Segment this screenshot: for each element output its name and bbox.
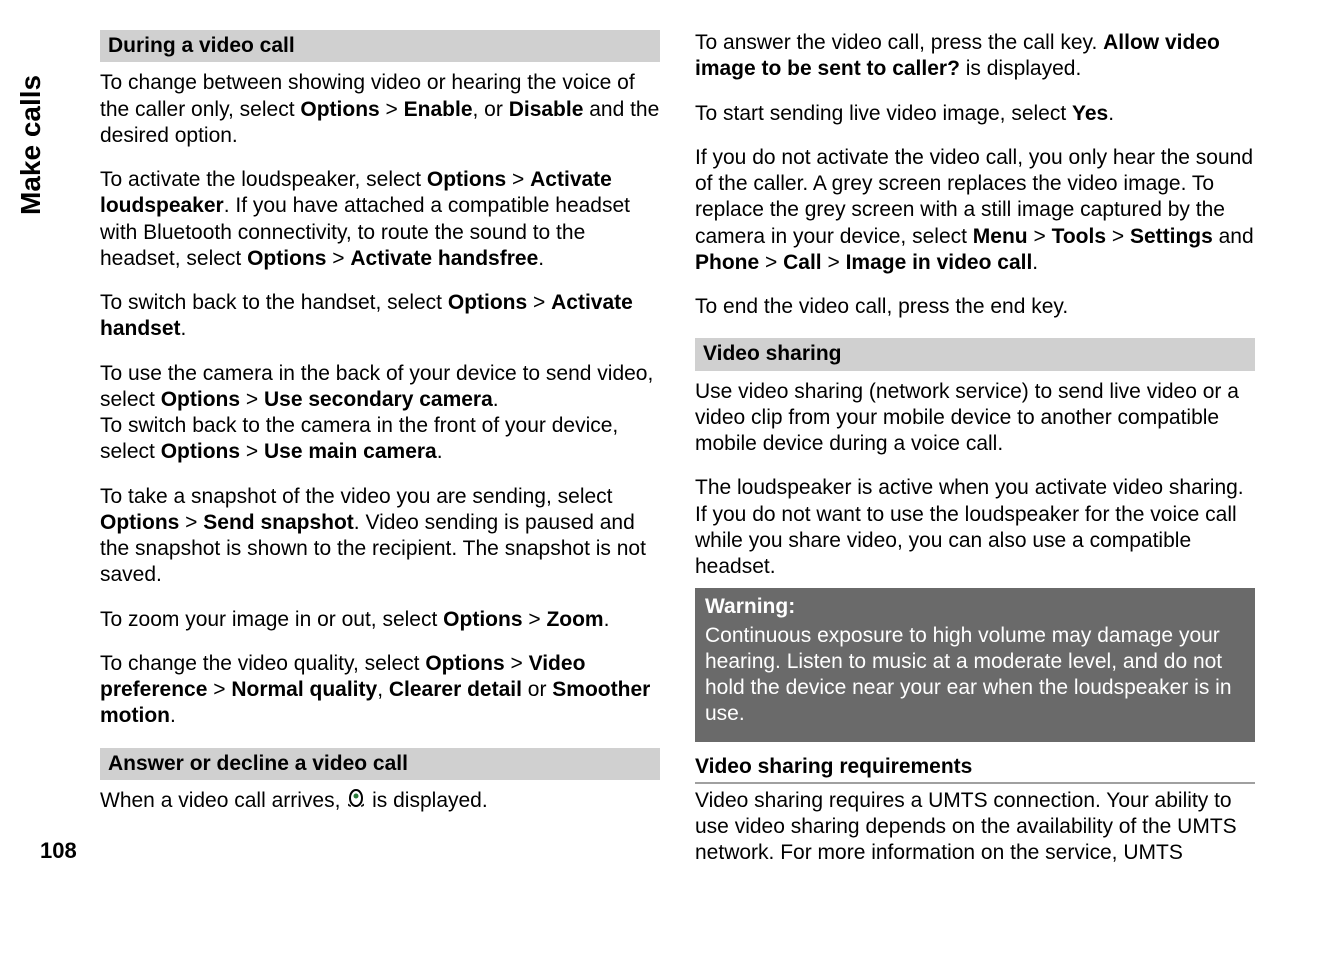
- paragraph: To use the camera in the back of your de…: [100, 361, 660, 414]
- text: >: [240, 440, 264, 463]
- menu-path: Options: [161, 388, 240, 411]
- menu-path: Options: [300, 98, 379, 121]
- text: >: [326, 247, 350, 270]
- menu-path: Options: [247, 247, 326, 270]
- paragraph: To take a snapshot of the video you are …: [100, 484, 660, 589]
- text: .: [170, 704, 176, 727]
- warning-title: Warning:: [705, 594, 1245, 620]
- menu-path: Settings: [1130, 225, 1213, 248]
- text: .: [538, 247, 544, 270]
- sub-header-video-sharing-requirements: Video sharing requirements: [695, 754, 1255, 784]
- section-header-video-sharing: Video sharing: [695, 338, 1255, 370]
- paragraph: To activate the loudspeaker, select Opti…: [100, 167, 660, 272]
- content-columns: During a video call To change between sh…: [100, 30, 1262, 867]
- paragraph: To start sending live video image, selec…: [695, 101, 1255, 127]
- text: ,: [377, 678, 389, 701]
- text: >: [822, 251, 846, 274]
- text: or: [522, 678, 552, 701]
- paragraph: Video sharing requires a UMTS connection…: [695, 788, 1255, 867]
- paragraph: To zoom your image in or out, select Opt…: [100, 607, 660, 633]
- text: .: [181, 317, 187, 340]
- menu-path: Activate handsfree: [350, 247, 538, 270]
- warning-box: Warning: Continuous exposure to high vol…: [695, 588, 1255, 741]
- text: >: [506, 168, 530, 191]
- text: and: [1213, 225, 1254, 248]
- menu-path: Enable: [404, 98, 473, 121]
- text: .: [437, 440, 443, 463]
- text: >: [240, 388, 264, 411]
- section-header-answer-decline: Answer or decline a video call: [100, 748, 660, 780]
- text: >: [1106, 225, 1130, 248]
- menu-path: Send snapshot: [203, 511, 354, 534]
- paragraph: To change the video quality, select Opti…: [100, 651, 660, 730]
- text: To answer the video call, press the call…: [695, 31, 1103, 54]
- text: To switch back to the handset, select: [100, 291, 448, 314]
- paragraph: To end the video call, press the end key…: [695, 294, 1255, 320]
- text: .: [1108, 102, 1114, 125]
- text: >: [527, 291, 551, 314]
- menu-path: Zoom: [546, 608, 603, 631]
- text: is displayed.: [372, 789, 488, 812]
- section-header-during-video-call: During a video call: [100, 30, 660, 62]
- paragraph: Use video sharing (network service) to s…: [695, 379, 1255, 458]
- menu-path: Clearer detail: [389, 678, 522, 701]
- text: .: [604, 608, 610, 631]
- menu-path: Image in video call: [846, 251, 1033, 274]
- text: To zoom your image in or out, select: [100, 608, 443, 631]
- menu-path: Call: [783, 251, 822, 274]
- text: To start sending live video image, selec…: [695, 102, 1072, 125]
- menu-path: Options: [427, 168, 506, 191]
- video-call-icon: [346, 788, 366, 815]
- text: .: [493, 388, 499, 411]
- sidebar-section-label: Make calls: [15, 75, 47, 215]
- menu-path: Tools: [1052, 225, 1106, 248]
- text: >: [1028, 225, 1052, 248]
- menu-path: Yes: [1072, 102, 1108, 125]
- menu-path: Use main camera: [264, 440, 437, 463]
- paragraph: When a video call arrives, is displayed.: [100, 788, 660, 815]
- right-column: To answer the video call, press the call…: [695, 30, 1255, 867]
- paragraph: To switch back to the camera in the fron…: [100, 413, 660, 466]
- menu-path: Use secondary camera: [264, 388, 493, 411]
- paragraph: The loudspeaker is active when you activ…: [695, 475, 1255, 580]
- text: is displayed.: [960, 57, 1081, 80]
- text: To change the video quality, select: [100, 652, 425, 675]
- text: >: [207, 678, 231, 701]
- warning-body: Continuous exposure to high volume may d…: [705, 623, 1245, 728]
- text: >: [380, 98, 404, 121]
- menu-path: Options: [100, 511, 179, 534]
- menu-path: Options: [443, 608, 522, 631]
- text: , or: [473, 98, 509, 121]
- text: To take a snapshot of the video you are …: [100, 485, 613, 508]
- menu-path: Options: [448, 291, 527, 314]
- paragraph: To change between showing video or heari…: [100, 70, 660, 149]
- paragraph: If you do not activate the video call, y…: [695, 145, 1255, 276]
- left-column: During a video call To change between sh…: [100, 30, 660, 867]
- menu-path: Menu: [973, 225, 1028, 248]
- paragraph: To answer the video call, press the call…: [695, 30, 1255, 83]
- page-number: 108: [40, 838, 77, 864]
- text: To activate the loudspeaker, select: [100, 168, 427, 191]
- text: >: [523, 608, 547, 631]
- text: >: [759, 251, 783, 274]
- menu-path: Phone: [695, 251, 759, 274]
- text: >: [179, 511, 203, 534]
- text: >: [505, 652, 529, 675]
- paragraph: To switch back to the handset, select Op…: [100, 290, 660, 343]
- text: .: [1032, 251, 1038, 274]
- text: When a video call arrives,: [100, 789, 346, 812]
- menu-path: Options: [425, 652, 504, 675]
- menu-path: Normal quality: [231, 678, 377, 701]
- menu-path: Disable: [509, 98, 584, 121]
- menu-path: Options: [161, 440, 240, 463]
